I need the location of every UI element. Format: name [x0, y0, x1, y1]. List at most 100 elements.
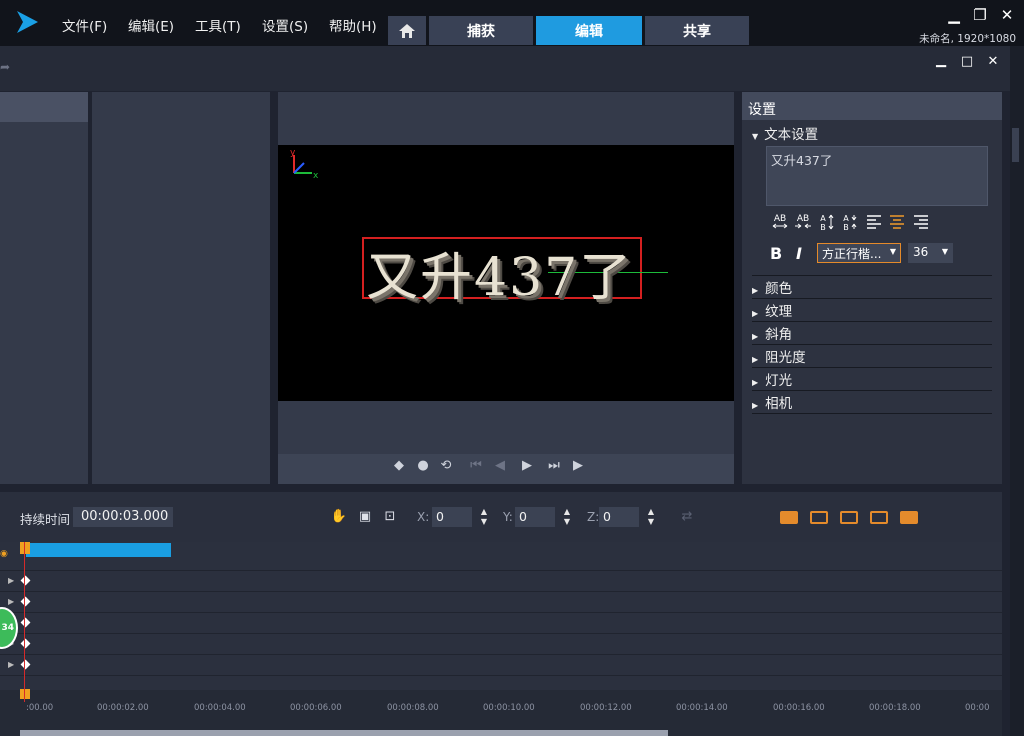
- align-left-icon[interactable]: [864, 213, 884, 231]
- go-to-end-icon[interactable]: ▶: [570, 458, 586, 473]
- axis-x-label: x: [313, 171, 319, 181]
- mark-out-icon[interactable]: ●: [415, 458, 431, 473]
- x-input[interactable]: 0: [432, 507, 472, 527]
- home-tab[interactable]: [388, 16, 426, 45]
- y-input[interactable]: 0: [515, 507, 555, 527]
- ruler-tick: 00:00:10.00: [483, 703, 535, 713]
- menu-edit[interactable]: 编辑(E): [128, 15, 174, 35]
- mark-in-icon[interactable]: ◆: [391, 458, 407, 473]
- track-expand-icon[interactable]: ▶: [8, 660, 14, 669]
- playhead-handle[interactable]: [20, 542, 30, 554]
- panel-close-icon[interactable]: ✕: [985, 54, 1001, 69]
- panel-minimize-icon[interactable]: ▁: [933, 53, 949, 68]
- repeat-icon[interactable]: ⟲: [438, 458, 454, 473]
- tab-share[interactable]: 共享: [645, 16, 749, 45]
- x-label: X:: [417, 510, 430, 524]
- title-text-input[interactable]: 又升437了: [766, 146, 988, 206]
- playhead-bottom-handle[interactable]: [20, 689, 30, 699]
- settings-header: [742, 92, 1002, 120]
- tab-capture[interactable]: 捕获: [429, 16, 533, 45]
- section-opacity[interactable]: ▶ 阻光度: [752, 346, 806, 366]
- svg-text:A: A: [820, 214, 826, 223]
- wider-spacing-icon[interactable]: AB: [770, 213, 790, 231]
- z-input[interactable]: 0: [599, 507, 639, 527]
- svg-text:A: A: [843, 214, 849, 223]
- hand-tool-icon[interactable]: ✋: [330, 509, 348, 524]
- scroll-thumb[interactable]: [1012, 128, 1019, 162]
- italic-button[interactable]: I: [796, 244, 802, 263]
- next-frame-icon[interactable]: ⏭: [546, 458, 562, 473]
- text-settings-label: 文本设置: [764, 127, 819, 143]
- redo-icon[interactable]: ➦: [0, 60, 10, 74]
- section-light[interactable]: ▶ 灯光: [752, 369, 792, 389]
- align-center-icon[interactable]: [887, 213, 907, 231]
- svg-text:AB: AB: [797, 214, 809, 224]
- motion-path-2-icon[interactable]: [810, 511, 828, 524]
- section-camera[interactable]: ▶ 相机: [752, 392, 792, 412]
- decrease-leading-icon[interactable]: AB: [839, 213, 859, 231]
- eye-icon[interactable]: ◉: [0, 549, 8, 559]
- ruler-tick: :00.00: [26, 703, 54, 713]
- panel-maximize-icon[interactable]: □: [959, 54, 975, 69]
- section-color[interactable]: ▶ 颜色: [752, 277, 792, 297]
- play-icon[interactable]: ▶: [519, 458, 535, 473]
- library-panel: [0, 92, 88, 484]
- menu-tools[interactable]: 工具(T): [195, 15, 241, 35]
- divider: [752, 344, 992, 345]
- font-size-value: 36: [913, 245, 929, 259]
- narrow-spacing-icon[interactable]: AB: [793, 213, 813, 231]
- section-color-label: 颜色: [765, 281, 793, 297]
- track-expand-icon[interactable]: ▶: [8, 576, 14, 585]
- reset-icon[interactable]: ⇄: [678, 509, 696, 524]
- close-icon[interactable]: ✕: [997, 6, 1017, 24]
- ruler-tick: 00:00:04.00: [194, 703, 246, 713]
- collapsed-icon: ▶: [752, 286, 759, 295]
- z-stepper[interactable]: ▲ ▼: [645, 507, 657, 527]
- timeline-scrollbar[interactable]: [20, 730, 668, 736]
- title-clip[interactable]: [26, 543, 171, 557]
- minimize-icon[interactable]: ▁: [944, 6, 964, 24]
- preview-canvas[interactable]: y x 又升437了: [278, 145, 734, 401]
- menu-settings[interactable]: 设置(S): [262, 15, 308, 35]
- settings-title: 设置: [748, 102, 776, 118]
- axis-y-label: y: [290, 148, 296, 158]
- divider: [752, 298, 992, 299]
- editor-toolbar: [0, 46, 1010, 91]
- menu-file[interactable]: 文件(F): [62, 15, 107, 35]
- ruler-tick: 00:00:08.00: [387, 703, 439, 713]
- increase-leading-icon[interactable]: AB: [816, 213, 836, 231]
- divider: [752, 275, 992, 276]
- duration-field[interactable]: 00:00:03.000: [73, 507, 173, 527]
- text-settings-section[interactable]: ▼ 文本设置: [752, 123, 818, 143]
- previous-frame-icon[interactable]: ◀: [492, 458, 508, 473]
- go-to-start-icon[interactable]: ⏮: [468, 458, 484, 473]
- restore-icon[interactable]: ❐: [970, 6, 990, 24]
- y-label: Y:: [503, 510, 513, 524]
- track-divider: [0, 633, 1002, 634]
- bold-button[interactable]: B: [770, 244, 782, 263]
- motion-path-3-icon[interactable]: [840, 511, 858, 524]
- center-frame-icon[interactable]: ⊡: [381, 509, 399, 524]
- ruler-tick: 00:00:02.00: [97, 703, 149, 713]
- fit-frame-icon[interactable]: ▣: [356, 509, 374, 524]
- motion-path-5-icon[interactable]: [900, 511, 918, 524]
- motion-path-1-icon[interactable]: [780, 511, 798, 524]
- section-texture[interactable]: ▶ 纹理: [752, 300, 792, 320]
- collapsed-icon: ▶: [752, 401, 759, 410]
- y-stepper[interactable]: ▲ ▼: [561, 507, 573, 527]
- home-icon: [399, 23, 415, 38]
- expanded-icon: ▼: [752, 132, 759, 141]
- font-select[interactable]: 方正行楷... ▼: [817, 243, 901, 263]
- collapsed-icon: ▶: [752, 355, 759, 364]
- track-expand-icon[interactable]: ▶: [8, 597, 14, 606]
- section-bevel[interactable]: ▶ 斜角: [752, 323, 792, 343]
- playhead[interactable]: [24, 542, 25, 702]
- x-stepper[interactable]: ▲ ▼: [478, 507, 490, 527]
- font-size-select[interactable]: 36 ▼: [908, 243, 953, 263]
- menu-help[interactable]: 帮助(H): [329, 15, 377, 35]
- divider: [752, 390, 992, 391]
- ruler-tick: 00:00:12.00: [580, 703, 632, 713]
- tab-edit[interactable]: 编辑: [536, 16, 642, 45]
- motion-path-4-icon[interactable]: [870, 511, 888, 524]
- align-right-icon[interactable]: [911, 213, 931, 231]
